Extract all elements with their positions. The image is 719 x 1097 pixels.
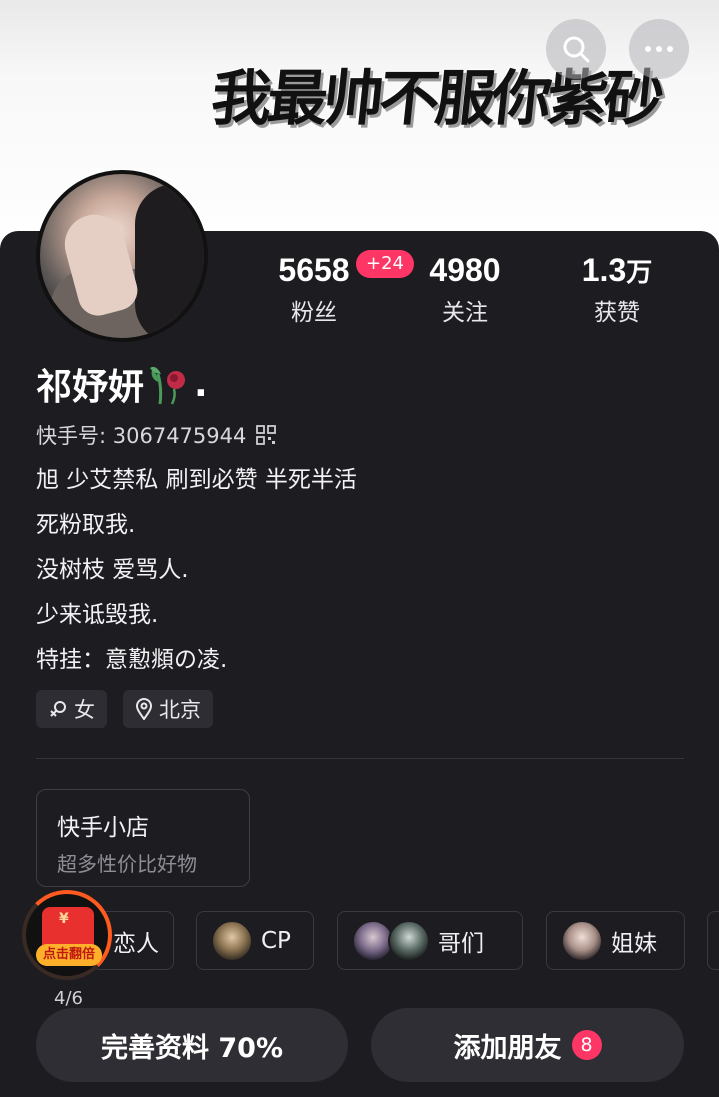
stat-likes[interactable]: 1.3万 获赞 <box>572 252 662 327</box>
currency-symbol: ¥ <box>59 911 69 927</box>
complete-profile-label: 完善资料 70% <box>100 1032 284 1064</box>
profile-tags: 女 北京 <box>36 690 213 728</box>
new-fans-badge: +24 <box>356 250 414 278</box>
qr-code-icon[interactable] <box>256 425 277 445</box>
search-button[interactable] <box>546 19 606 79</box>
relation-avatar <box>388 919 430 962</box>
relation-cp[interactable]: CP <box>196 911 314 970</box>
friend-request-badge: 8 <box>571 1030 602 1060</box>
fans-count: 5658 <box>278 252 350 288</box>
following-count: 4980 <box>429 252 501 288</box>
rose-icon <box>150 366 186 405</box>
location-tag: 北京 <box>123 690 213 728</box>
red-packet-progress: 4/6 <box>54 988 83 1009</box>
profile-name-suffix: . <box>194 363 208 405</box>
stat-following[interactable]: 4980 关注 <box>422 252 508 327</box>
relation-sisters[interactable]: 姐妹 <box>546 911 685 970</box>
following-label: 关注 <box>442 300 488 326</box>
location-label: 北京 <box>159 698 201 722</box>
avatar[interactable] <box>36 170 208 342</box>
likes-label: 获赞 <box>594 300 640 326</box>
search-icon <box>563 36 590 63</box>
bio-line: 少来诋毁我. <box>36 602 159 628</box>
relation-label: CP <box>261 927 291 954</box>
location-pin-icon <box>135 698 153 720</box>
bio: 旭 少艾禁私 刷到必赞 半死半活 死粉取我. 没树枝 爱骂人. 少来诋毁我. 特… <box>36 458 357 683</box>
likes-count: 1.3 <box>581 252 627 288</box>
user-id[interactable]: 快手号: 3067475944 <box>36 420 277 450</box>
more-icon <box>645 46 673 52</box>
bio-line: 死粉取我. <box>36 512 136 538</box>
more-button[interactable] <box>629 19 689 79</box>
relation-label: 姐妹 <box>611 930 657 957</box>
red-packet-label: 点击翻倍 <box>36 944 102 966</box>
user-id-text: 快手号: 3067475944 <box>36 424 247 448</box>
relation-label: 哥们 <box>438 930 484 957</box>
relation-avatar <box>211 919 253 962</box>
add-friends-button[interactable]: 添加朋友 8 <box>371 1008 684 1082</box>
bio-line: 特挂：意懃頫の凌. <box>36 647 228 673</box>
shop-title: 快手小店 <box>57 815 149 841</box>
shop-subtitle: 超多性价比好物 <box>57 852 197 876</box>
relation-avatar <box>561 919 603 962</box>
relation-brothers[interactable]: 哥们 <box>337 911 523 970</box>
stat-fans[interactable]: 5658 粉丝 <box>272 252 356 327</box>
add-friends-label: 添加朋友 <box>453 1032 562 1064</box>
likes-unit: 万 <box>626 257 653 287</box>
relation-label: 恋人 <box>113 930 159 957</box>
profile-name[interactable]: 祁妤妍 . <box>36 358 208 410</box>
bio-line: 没树枝 爱骂人. <box>36 557 189 583</box>
female-icon <box>50 701 66 717</box>
shop-card[interactable]: 快手小店 超多性价比好物 <box>36 789 250 887</box>
relation-more[interactable] <box>707 911 719 970</box>
divider <box>36 758 684 759</box>
profile-name-text: 祁妤妍 <box>36 367 145 408</box>
fans-label: 粉丝 <box>291 300 337 326</box>
red-packet-widget[interactable]: ¥ 点击翻倍 <box>22 890 112 980</box>
gender-label: 女 <box>74 698 95 722</box>
bio-line: 旭 少艾禁私 刷到必赞 半死半活 <box>36 467 357 493</box>
complete-profile-button[interactable]: 完善资料 70% <box>36 1008 348 1082</box>
gender-tag: 女 <box>36 690 107 728</box>
